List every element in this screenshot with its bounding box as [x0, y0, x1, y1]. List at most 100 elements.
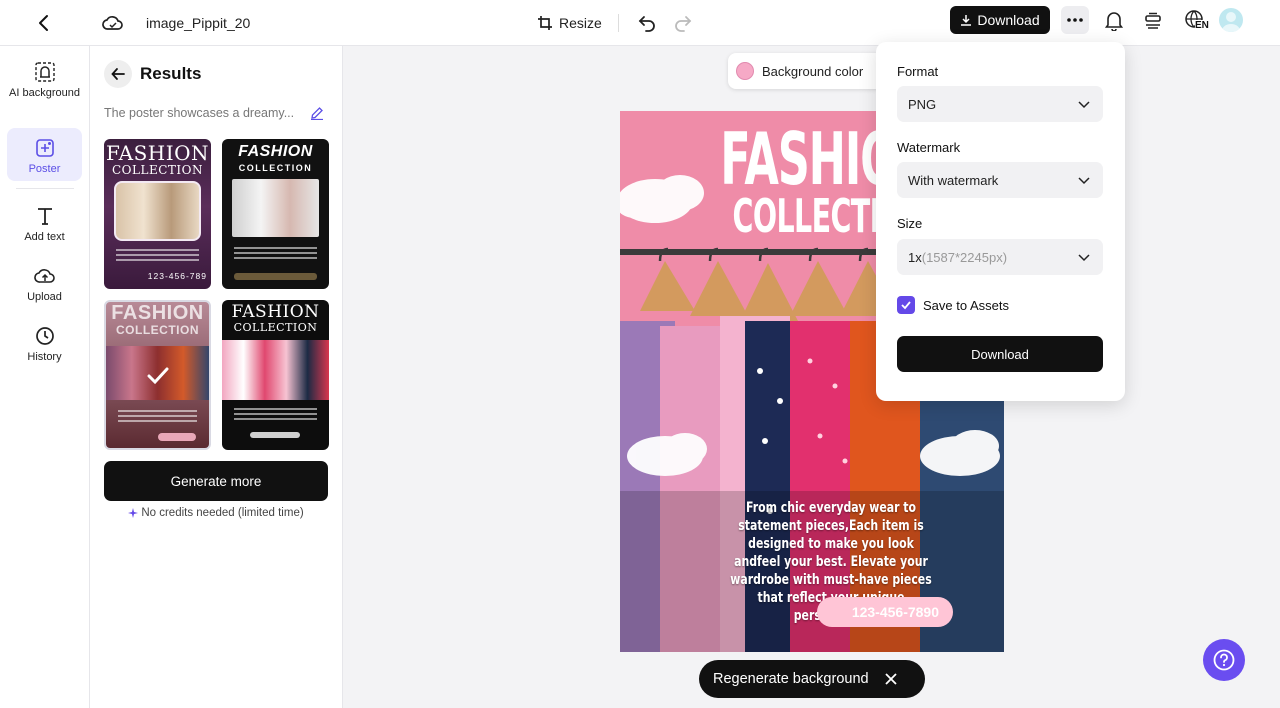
- divider: [618, 14, 619, 32]
- size-detail: (1587*2245px): [921, 249, 1008, 265]
- thumbnail-title: FASHION: [105, 141, 210, 165]
- sidebar-item-label: Poster: [28, 163, 61, 175]
- poster-phone[interactable]: 123-456-7890: [817, 597, 953, 627]
- sidebar-item-upload[interactable]: Upload: [7, 264, 82, 304]
- results-title: Results: [140, 64, 202, 83]
- thumbnail-phone: 123-456-789: [147, 271, 207, 281]
- undo-icon: [638, 16, 655, 32]
- thumbnail-phone-bar: [234, 273, 317, 280]
- left-sidebar: AI background Poster Add text Upload His…: [0, 46, 90, 708]
- watermark-label: Watermark: [897, 140, 961, 155]
- help-button[interactable]: [1203, 639, 1245, 681]
- download-button[interactable]: Download: [950, 6, 1050, 34]
- sidebar-item-history[interactable]: History: [7, 324, 82, 364]
- regenerate-background-button[interactable]: Regenerate background: [713, 671, 869, 687]
- thumbnail-image: [232, 179, 319, 237]
- notifications-button[interactable]: [1102, 8, 1126, 34]
- chevron-down-icon: [1078, 254, 1090, 262]
- generate-more-button[interactable]: Generate more: [104, 461, 328, 501]
- thumbnail-text-line: [118, 410, 197, 412]
- thumbnail-text-line: [234, 413, 317, 415]
- result-thumbnail-3[interactable]: FASHION COLLECTION: [104, 300, 211, 450]
- download-icon: [961, 15, 972, 26]
- workspace-button[interactable]: [1141, 8, 1165, 34]
- thumbnail-image: [114, 181, 201, 241]
- upload-icon: [33, 264, 57, 288]
- result-thumbnail-1[interactable]: FASHION COLLECTION 123-456-789: [104, 139, 211, 289]
- edit-prompt-button[interactable]: [310, 106, 326, 122]
- thumbnail-text-line: [116, 259, 199, 261]
- undo-button[interactable]: [634, 8, 660, 38]
- result-thumbnail-4[interactable]: FASHION COLLECTION: [222, 300, 329, 450]
- thumbnail-text-line: [234, 408, 317, 410]
- back-button[interactable]: [28, 8, 58, 38]
- arrow-left-icon: [111, 68, 125, 80]
- sidebar-item-label: AI background: [9, 87, 80, 99]
- thumbnail-subtitle: COLLECTION: [233, 321, 318, 334]
- close-icon[interactable]: [884, 673, 897, 685]
- format-value: PNG: [908, 96, 937, 112]
- download-confirm-button[interactable]: Download: [897, 336, 1103, 372]
- document-title[interactable]: image_Pippit_20: [146, 12, 250, 34]
- history-icon: [33, 324, 57, 348]
- ai-background-icon: [33, 60, 57, 84]
- background-color-label: Background color: [762, 63, 864, 79]
- thumbnail-text-line: [118, 420, 197, 422]
- format-select[interactable]: PNG: [897, 86, 1103, 122]
- thumbnail-title: FASHION: [111, 302, 204, 324]
- sidebar-item-add-text[interactable]: Add text: [7, 204, 82, 244]
- resize-button[interactable]: Resize: [537, 8, 602, 38]
- thumbnail-text-line: [234, 418, 317, 420]
- save-to-assets-row: Save to Assets: [897, 296, 1009, 314]
- credits-text: No credits needed (limited time): [141, 507, 304, 519]
- thumbnail-phone-bar: [158, 433, 196, 441]
- chevron-down-icon: [1078, 101, 1090, 109]
- thumbnail-subtitle: COLLECTION: [116, 323, 199, 337]
- save-to-assets-label[interactable]: Save to Assets: [923, 298, 1009, 313]
- watermark-select[interactable]: With watermark: [897, 162, 1103, 198]
- more-options-button[interactable]: [1061, 6, 1089, 34]
- thumbnail-phone-bar: [250, 432, 300, 438]
- format-label: Format: [897, 64, 939, 79]
- layers-icon: [1145, 12, 1161, 29]
- pencil-icon: [311, 107, 323, 121]
- text-icon: [33, 204, 57, 228]
- language-code: EN: [1195, 20, 1209, 31]
- thumbnail-title: FASHION: [231, 302, 320, 322]
- thumbnail-text-line: [234, 247, 317, 249]
- user-avatar-icon: [1222, 12, 1240, 32]
- credits-note: No credits needed (limited time): [104, 507, 328, 519]
- poster-icon: [33, 136, 57, 160]
- thumbnail-text-line: [116, 254, 199, 256]
- thumbnail-title: FASHION: [238, 143, 313, 160]
- sidebar-item-label: Add text: [24, 231, 65, 243]
- results-back-button[interactable]: [104, 60, 132, 88]
- thumbnail-subtitle: COLLECTION: [238, 163, 313, 173]
- watermark-value: With watermark: [908, 172, 999, 188]
- sidebar-item-poster[interactable]: Poster: [7, 128, 82, 181]
- background-color-button[interactable]: Background color: [728, 53, 883, 89]
- help-icon: [1213, 649, 1235, 671]
- sidebar-divider: [16, 188, 74, 189]
- selected-check-icon: [146, 364, 170, 388]
- results-description: The poster showcases a dreamy...: [104, 106, 295, 120]
- sidebar-item-label: Upload: [27, 291, 62, 303]
- save-to-assets-checkbox[interactable]: [897, 296, 915, 314]
- size-label: Size: [897, 216, 923, 231]
- redo-icon: [675, 16, 692, 32]
- regenerate-background-toast: Regenerate background: [699, 660, 925, 698]
- background-color-swatch: [736, 62, 754, 80]
- cloud-save-button[interactable]: [100, 8, 126, 38]
- redo-button[interactable]: [670, 8, 696, 38]
- sidebar-item-label: History: [27, 351, 62, 363]
- size-select[interactable]: 1x (1587*2245px): [897, 239, 1103, 275]
- resize-label: Resize: [559, 15, 602, 31]
- result-thumbnail-2[interactable]: FASHION COLLECTION: [222, 139, 329, 289]
- download-menu: Format PNG Watermark With watermark Size…: [876, 42, 1125, 401]
- language-button[interactable]: EN: [1181, 8, 1211, 34]
- size-value: 1x: [908, 249, 922, 265]
- sparkle-icon: [128, 508, 139, 518]
- top-bar: image_Pippit_20 Resize Download EN: [0, 0, 1280, 46]
- sidebar-item-ai-background[interactable]: AI background: [7, 60, 82, 116]
- avatar[interactable]: [1219, 8, 1243, 32]
